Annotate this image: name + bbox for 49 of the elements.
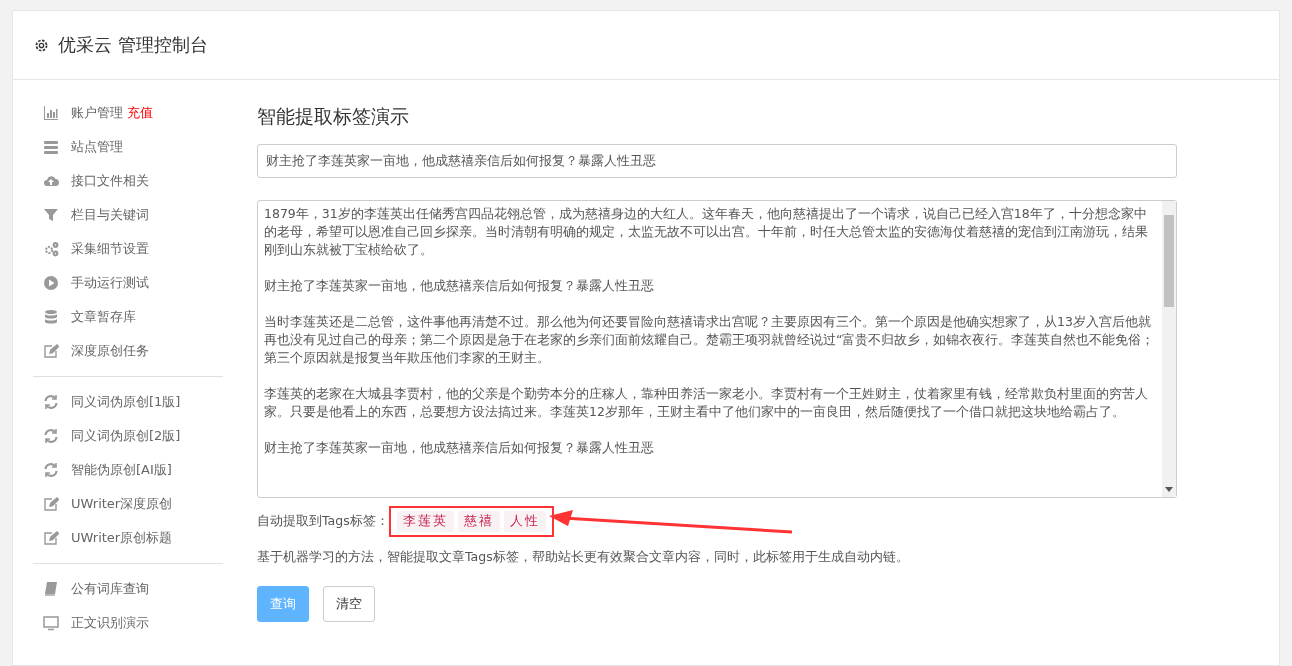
server-icon (43, 139, 59, 155)
monitor-icon (43, 615, 59, 631)
refresh-icon (43, 462, 59, 478)
sidebar-item[interactable]: 账户管理 充值 (33, 96, 223, 130)
edit-icon (43, 530, 59, 546)
sidebar-item[interactable]: 采集细节设置 (33, 232, 223, 266)
filter-icon (43, 207, 59, 223)
sidebar-item[interactable]: 栏目与关键词 (33, 198, 223, 232)
sidebar-item[interactable]: UWriter原创标题 (33, 521, 223, 555)
edit-icon (43, 496, 59, 512)
sidebar-item[interactable]: 手动运行测试 (33, 266, 223, 300)
section-title: 智能提取标签演示 (257, 104, 410, 129)
description-text: 基于机器学习的方法，智能提取文章Tags标签，帮助站长更有效聚合文章内容，同时，此标签用于生成自动内链。 (257, 549, 910, 566)
content-paragraph: 当时李莲英还是二总管，这件事他再清楚不过。那么他为何还要冒险向慈禧请求出宫呢？主要原因有三个。第一个原因是他确实想家了，从13岁入宫后他就再也没有见过自己的母亲；第二个原因是急于在老家的乡亲们面前炫耀自己。楚霸王项羽就曾经说过“富贵不归故乡，如锦衣夜行。李莲英自然也不能免俗；第三个原因就是报复当年欺压他们李家的王财主。 (264, 313, 1156, 367)
refresh-icon (43, 428, 59, 444)
content-paragraph: 财主抢了李莲英家一亩地，他成慈禧亲信后如何报复？暴露人性丑恶 (264, 277, 655, 295)
tag: 李莲英 (396, 511, 454, 532)
tags-label: 自动提取到Tags标签： (257, 513, 389, 530)
edit-icon (43, 343, 59, 359)
content-paragraph: 财主抢了李莲英家一亩地，他成慈禧亲信后如何报复？暴露人性丑恶 (264, 439, 655, 457)
cloud-icon (43, 173, 59, 189)
sidebar-item[interactable]: 接口文件相关 (33, 164, 223, 198)
scrollbar[interactable] (1162, 201, 1176, 497)
refresh-icon (43, 394, 59, 410)
title-input-field[interactable]: 财主抢了李莲英家一亩地，他成慈禧亲信后如何报复？暴露人性丑恶 (257, 144, 1177, 178)
sidebar-item[interactable]: 深度原创任务 (33, 334, 223, 368)
sidebar-item[interactable]: 文章暂存库 (33, 300, 223, 334)
content-paragraph: 1879年，31岁的李莲英出任储秀宫四品花翎总管，成为慈禧身边的大红人。这年春天，他向慈禧提出了一个请求，说自己已经入宫18年了，十分想念家中的老母，希望可以恩准自己回乡探亲。当时清朝有明确的规定，太监无故不可以出宫。十年前，时任大总管太监的安德海仗着慈禧的宠信到江南游玩，结果刚到山东就被丁宝桢给砍了。 (264, 205, 1149, 259)
scrollbar-thumb[interactable] (1164, 215, 1174, 307)
sidebar-item[interactable]: 同义词伪原创[2版] (33, 419, 223, 453)
chart-icon (43, 105, 59, 121)
tag: 慈禧 (457, 511, 500, 532)
sidebar-item[interactable]: 正文识别演示 (33, 606, 223, 640)
sidebar-item[interactable]: 同义词伪原创[1版] (33, 385, 223, 419)
sidebar-item[interactable]: 公有词库查询 (33, 572, 223, 606)
recharge-link[interactable]: 充值 (127, 104, 153, 122)
sidebar-item[interactable]: 站点管理 (33, 130, 223, 164)
database-icon (43, 309, 59, 325)
tag: 人性 (503, 511, 546, 532)
sidebar-item[interactable]: UWriter深度原创 (33, 487, 223, 521)
sidebar-item[interactable]: 智能伪原创[AI版] (33, 453, 223, 487)
content-paragraph: 李莲英的老家在大城县李贾村，他的父亲是个勤劳本分的庄稼人，靠种田养活一家老小。李贾村有一个王姓财主，仗着家里有钱，经常欺负村里面的穷苦人家。只要是他看上的东西，总要想方设法搞过来。李莲英12岁那年，王财主看中了他们家中的一亩良田，然后随便找了一个借口就把这块地给霸占了。 (264, 385, 1149, 421)
book-icon (43, 581, 59, 597)
gears-icon (43, 241, 59, 257)
scroll-down-icon[interactable] (1165, 487, 1173, 493)
console-title: 优采云 管理控制台 (58, 33, 208, 57)
clear-button[interactable]: 清空 (323, 586, 375, 622)
content-text-area[interactable] (257, 200, 1177, 498)
play-icon (43, 275, 59, 291)
